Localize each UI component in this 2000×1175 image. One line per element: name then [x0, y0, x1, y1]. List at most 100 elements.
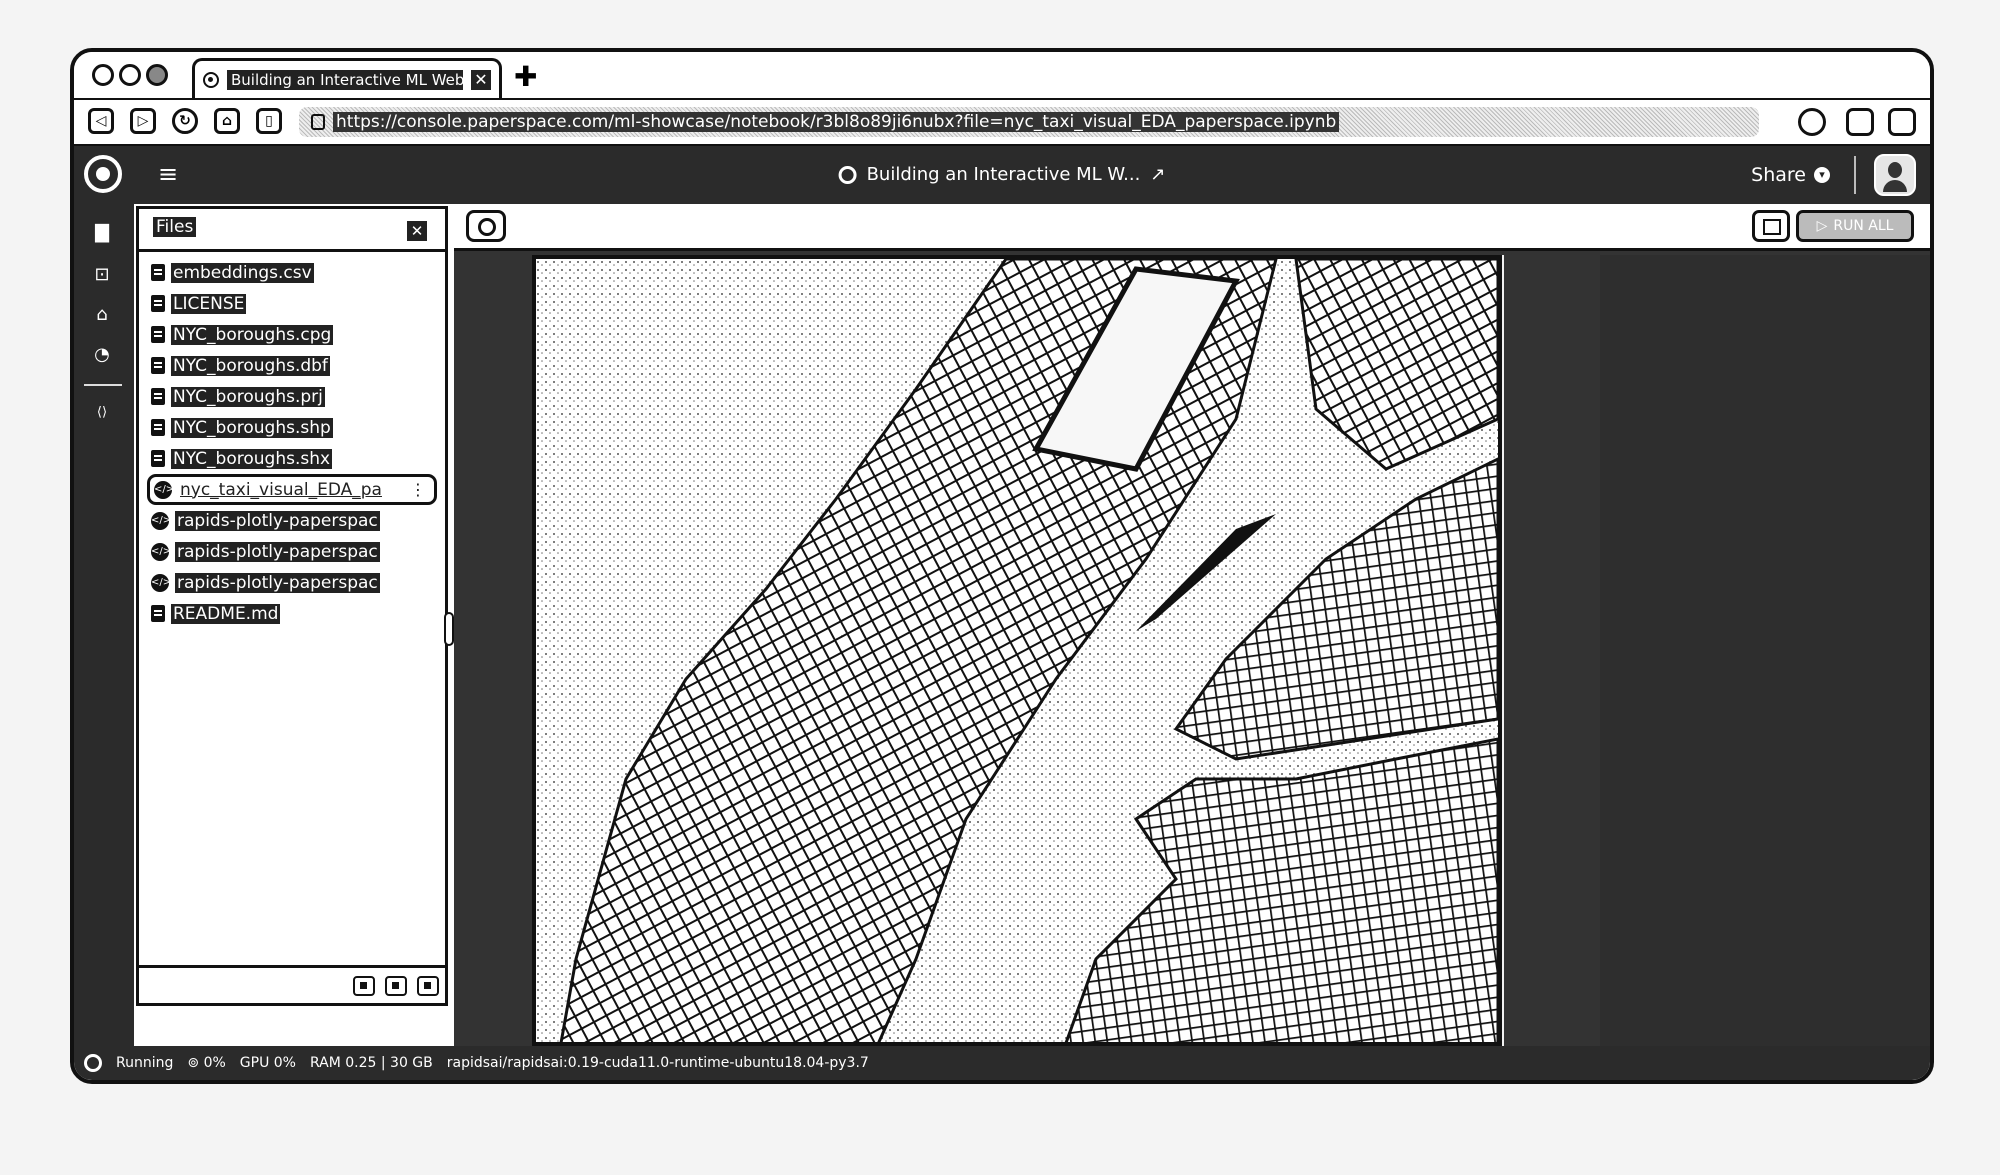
file-name: embeddings.csv [171, 262, 314, 283]
panel-resize-handle[interactable] [444, 612, 454, 646]
file-panel-footer [139, 965, 445, 1003]
metrics-icon[interactable]: ◔ [91, 344, 113, 366]
file-name: NYC_boroughs.prj [171, 386, 325, 407]
container-image: rapidsai/rapidsai:0.19-cuda11.0-runtime-… [446, 1055, 869, 1071]
status-bar: Running ⊚ 0% GPU 0% RAM 0.25 | 30 GB rap… [74, 1046, 1930, 1080]
file-list-item[interactable]: </> rapids-plotly-paperspac [147, 567, 437, 598]
tab-title: Building an Interactive ML Web [227, 69, 463, 90]
new-tab-icon[interactable]: ✚ [514, 63, 537, 91]
notebook-toolbar: ▷ RUN ALL [454, 204, 1930, 251]
chevron-down-icon: ▾ [1814, 167, 1830, 183]
notebook-file-icon: </> [151, 511, 171, 530]
file-list-item[interactable]: </> rapids-plotly-paperspac [147, 536, 437, 567]
rail-divider [84, 384, 122, 386]
file-panel-title: Files [153, 217, 197, 237]
browser-window: Building an Interactive ML Web ✕ ✚ ◁ ▷ ↻… [70, 48, 1934, 1084]
notebook-content [454, 251, 1930, 1046]
cell-output [532, 255, 1504, 1046]
shield-extension-icon[interactable] [1798, 108, 1826, 136]
cpu-usage: ⊚ 0% [187, 1055, 226, 1071]
extensions-puzzle-icon[interactable] [1846, 108, 1874, 136]
file-list-item[interactable]: embeddings.csv [147, 257, 437, 288]
file-list-item[interactable]: </> rapids-plotly-paperspac [147, 505, 437, 536]
file-list-item[interactable]: LICENSE [147, 288, 437, 319]
file-list-item[interactable]: NYC_boroughs.shx [147, 443, 437, 474]
cpu-usage-value: 0% [203, 1055, 226, 1071]
file-name: LICENSE [171, 293, 247, 314]
file-panel: Files ✕ embeddings.csv LICENSE NYC_borough… [136, 206, 448, 1006]
run-all-label: RUN ALL [1833, 218, 1894, 234]
new-file-icon[interactable] [385, 975, 407, 996]
back-icon[interactable]: ◁ [88, 108, 114, 134]
close-tab-icon[interactable]: ✕ [471, 69, 491, 90]
file-name: rapids-plotly-paperspac [175, 541, 380, 562]
file-icon [151, 326, 165, 343]
forward-icon[interactable]: ▷ [130, 108, 156, 134]
variables-icon[interactable]: ⟨⟩ [91, 402, 113, 424]
notebook-file-icon: </> [151, 542, 171, 561]
file-icon [151, 295, 165, 312]
nyc-taxi-density-map[interactable] [532, 255, 1502, 1046]
map-image [536, 259, 1498, 1042]
file-name: NYC_boroughs.shx [171, 448, 333, 469]
file-list-item[interactable]: NYC_boroughs.dbf [147, 350, 437, 381]
notebook-title-text: Building an Interactive ML W... [866, 164, 1141, 185]
maximize-window-icon[interactable] [146, 64, 168, 86]
upload-icon[interactable] [353, 975, 375, 996]
close-window-icon[interactable] [92, 64, 114, 86]
ram-usage: RAM 0.25 | 30 GB [309, 1055, 433, 1071]
file-icon [151, 450, 165, 467]
paperspace-favicon-icon [203, 71, 219, 88]
new-folder-icon[interactable] [417, 975, 439, 996]
file-list-item[interactable]: NYC_boroughs.shp [147, 412, 437, 443]
notebook-title[interactable]: Building an Interactive ML W... ↗ [838, 164, 1165, 185]
machine-state: Running [116, 1055, 174, 1071]
file-list: embeddings.csv LICENSE NYC_boroughs.cpg NYC… [147, 257, 437, 629]
run-all-button[interactable]: ▷ RUN ALL [1796, 210, 1914, 242]
file-name: NYC_boroughs.shp [171, 417, 333, 438]
file-name: NYC_boroughs.cpg [171, 324, 334, 345]
minimize-window-icon[interactable] [119, 64, 141, 86]
avatar[interactable] [1874, 154, 1916, 196]
notebook-icon [838, 165, 857, 184]
edit-title-icon[interactable]: ↗ [1150, 164, 1165, 185]
window-controls [92, 64, 168, 86]
file-name: README.md [171, 603, 281, 624]
share-button[interactable]: Share ▾ [1751, 164, 1830, 186]
left-rail: ▇ ⊡ ⌂ ◔ ⟨⟩ [74, 204, 134, 1046]
file-icon [151, 605, 165, 622]
file-name: NYC_boroughs.dbf [171, 355, 330, 376]
dataset-icon[interactable]: ⌂ [91, 304, 113, 326]
home-icon[interactable]: ⌂ [214, 108, 240, 134]
play-icon: ▷ [1816, 218, 1828, 234]
file-icon [151, 419, 165, 436]
app-header: ≡ Building an Interactive ML W... ↗ Shar… [74, 146, 1930, 204]
file-icon [151, 388, 165, 405]
share-label: Share [1751, 164, 1806, 186]
gpu-usage: GPU 0% [239, 1055, 296, 1071]
header-divider [1854, 156, 1856, 194]
paperspace-logo-icon[interactable] [84, 155, 122, 193]
cpu-icon[interactable]: ⊡ [91, 264, 113, 286]
close-icon[interactable]: ✕ [407, 221, 427, 241]
file-panel-header: Files ✕ [139, 209, 445, 252]
url-bar[interactable]: https://console.paperspace.com/ml-showca… [299, 107, 1759, 137]
file-list-item[interactable]: README.md [147, 598, 437, 629]
reload-icon[interactable]: ↻ [172, 108, 198, 134]
file-list-item[interactable]: </> nyc_taxi_visual_EDA_pa ⋮ [147, 474, 437, 505]
hamburger-menu-icon[interactable]: ≡ [158, 160, 178, 188]
running-status-icon [84, 1054, 102, 1072]
url-text: https://console.paperspace.com/ml-showca… [333, 112, 1340, 132]
file-list-item[interactable]: NYC_boroughs.prj [147, 381, 437, 412]
folder-icon[interactable]: ▇ [91, 222, 113, 244]
browser-menu-icon[interactable] [1888, 108, 1916, 136]
camera-icon[interactable] [466, 210, 506, 242]
lock-icon [311, 114, 325, 130]
bookmark-icon[interactable]: ▯ [256, 108, 282, 134]
file-list-item[interactable]: NYC_boroughs.cpg [147, 319, 437, 350]
restart-kernel-icon[interactable] [1752, 210, 1790, 242]
file-options-icon[interactable]: ⋮ [410, 480, 426, 499]
browser-tab[interactable]: Building an Interactive ML Web ✕ [192, 58, 502, 98]
file-name: nyc_taxi_visual_EDA_pa [178, 479, 384, 500]
run-controls: ▷ RUN ALL [1752, 210, 1914, 242]
